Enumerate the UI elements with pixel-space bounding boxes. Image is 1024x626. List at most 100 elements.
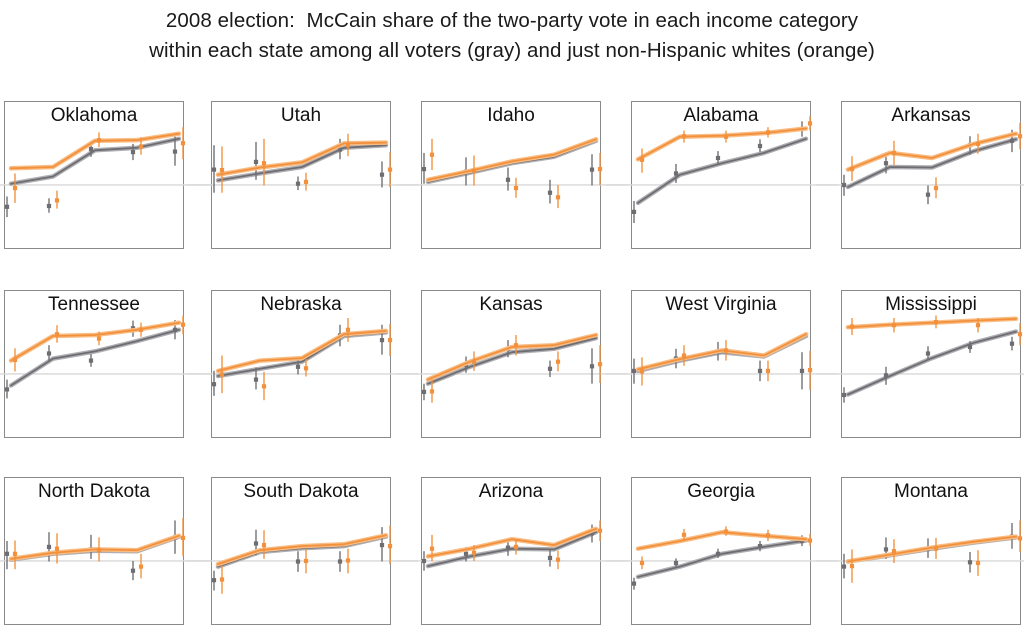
data-point-orange [345,558,351,563]
data-point-orange [429,152,435,157]
data-point-gray [46,203,52,209]
data-point-orange [303,179,309,184]
data-point-orange [180,141,186,146]
data-point-gray [967,344,973,350]
data-point-gray [673,560,679,566]
data-point-orange [513,343,519,348]
data-point-gray [841,182,847,188]
panel-plot [816,520,1024,583]
data-point-gray [715,551,721,556]
trend-line-halo-gray [845,329,1019,397]
data-point-orange [180,322,186,327]
data-point-gray [799,368,805,373]
state-panel-georgia: Georgia [606,477,838,625]
data-point-orange [1017,332,1023,337]
data-point-orange [429,389,435,394]
data-point-orange [303,366,309,371]
trend-line-orange [847,317,1017,329]
data-point-gray [295,181,301,186]
data-point-gray [631,581,637,586]
data-point-orange [471,168,477,173]
data-point-orange [345,143,351,148]
panel-plot [606,116,838,223]
state-panel-west-virginia: West Virginia [606,290,838,438]
data-point-gray [757,544,763,549]
data-point-orange [261,384,267,389]
data-point-orange [975,560,981,566]
trend-line-halo-gray [215,330,389,379]
data-point-gray [379,338,385,343]
data-point-gray [337,559,343,564]
data-point-gray [421,167,427,172]
data-point-orange [639,369,645,374]
data-point-gray [295,364,301,369]
state-panel-arizona: Arizona [396,477,628,625]
data-point-orange [723,348,729,353]
data-point-orange [975,141,981,146]
data-point-orange [933,546,939,551]
data-point-gray [421,558,427,564]
small-multiples-grid: Oklahoma Utah Idaho Alabama Arkansas Tennesse… [0,0,1024,625]
data-point-gray [757,368,763,373]
data-point-gray [547,555,553,560]
panel-plot [0,127,211,218]
panel-plot [396,520,628,571]
panel-plot [0,315,211,399]
state-panel-nebraska: Nebraska [186,290,418,438]
data-point-gray [130,150,136,155]
panel-plot [816,315,1024,403]
panel-plot [396,332,628,403]
data-point-gray [589,167,595,172]
data-point-orange [471,550,477,555]
data-point-orange [891,549,897,554]
data-point-gray [715,155,721,161]
data-point-gray [631,209,637,214]
state-panel-oklahoma: Oklahoma [0,101,211,249]
data-point-gray [841,564,847,569]
data-point-gray [379,172,385,177]
data-point-orange [219,577,225,582]
data-point-orange [681,134,687,139]
data-point-orange [681,532,687,537]
trend-line-orange [847,132,1017,171]
data-point-orange [513,186,519,191]
data-point-gray [631,368,637,373]
data-point-gray [253,159,259,164]
data-point-orange [1017,134,1023,139]
data-point-orange [849,564,855,569]
trend-line-halo-gray [635,136,809,206]
data-point-orange [933,186,939,191]
data-point-orange [345,327,351,332]
data-point-gray [172,149,178,154]
data-point-orange [96,138,102,143]
data-point-gray [925,351,931,356]
data-point-gray [967,560,973,565]
data-point-orange [96,336,102,341]
data-point-orange [261,161,267,166]
data-point-orange [765,130,771,135]
trend-line-gray [847,138,1017,188]
state-panel-alabama: Alabama [606,101,838,249]
trend-line-halo-gray [8,136,182,186]
data-point-gray [757,143,763,149]
data-point-gray [211,382,217,387]
state-panel-montana: Montana [816,477,1024,625]
data-point-orange [387,544,393,549]
data-point-gray [1009,341,1015,346]
data-point-gray [211,167,217,172]
data-point-orange [597,167,603,172]
data-point-gray [4,551,10,556]
data-point-orange [723,134,729,139]
data-point-orange [555,557,561,562]
data-point-orange [681,353,687,358]
trend-line-halo-gray [8,327,182,388]
data-point-gray [253,541,259,546]
data-point-gray [547,366,553,371]
data-point-gray [673,171,679,176]
data-point-orange [96,548,102,553]
data-point-orange [765,368,771,373]
data-point-orange [807,538,813,543]
data-point-orange [54,546,60,551]
panel-plot [186,318,418,401]
data-point-orange [12,357,18,362]
